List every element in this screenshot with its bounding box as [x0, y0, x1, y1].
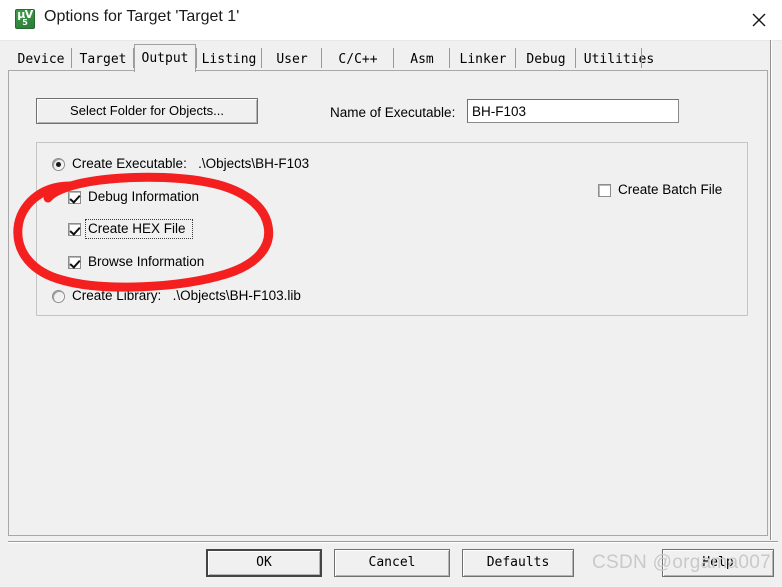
- tab-separator: [449, 48, 450, 68]
- create-batch-file-label: Create Batch File: [618, 182, 723, 197]
- checkbox-checked-icon: [68, 223, 81, 236]
- tab-separator: [321, 48, 322, 68]
- create-library-text: Create Library:: [72, 288, 162, 303]
- title-bar: µV 5 Options for Target 'Target 1': [0, 0, 782, 41]
- window-right-edge: [770, 40, 772, 540]
- cancel-button[interactable]: Cancel: [334, 549, 450, 577]
- create-library-path: .\Objects\BH-F103.lib: [172, 288, 301, 303]
- tab-utilities[interactable]: Utilities: [576, 48, 662, 72]
- tab-device[interactable]: Device: [10, 48, 72, 72]
- tab-listing[interactable]: Listing: [196, 48, 262, 72]
- keil-uvision-icon: µV 5: [15, 9, 35, 29]
- create-library-label: Create Library: .\Objects\BH-F103.lib: [72, 288, 301, 303]
- checkbox-unchecked-icon: [598, 184, 611, 197]
- tab-separator: [261, 48, 262, 68]
- tab-separator: [641, 48, 642, 68]
- tab-strip: Device Target Output Listing User C/C++ …: [0, 40, 782, 72]
- tab-separator: [515, 48, 516, 68]
- tab-target[interactable]: Target: [72, 48, 134, 72]
- ok-button[interactable]: OK: [206, 549, 322, 577]
- close-icon: [752, 13, 766, 27]
- footer-divider: [8, 541, 778, 543]
- name-of-executable-input[interactable]: BH-F103: [467, 99, 679, 123]
- tab-c-cpp[interactable]: C/C++: [322, 48, 394, 72]
- keil-icon-glyph-bottom: 5: [22, 18, 28, 27]
- checkbox-checked-icon: [68, 256, 81, 269]
- tab-separator: [196, 48, 197, 68]
- name-of-executable-label: Name of Executable:: [330, 105, 456, 120]
- create-hex-file-label: Create HEX File: [88, 221, 186, 236]
- select-folder-for-objects-button[interactable]: Select Folder for Objects...: [36, 98, 258, 124]
- radio-selected-icon: [52, 158, 65, 171]
- tab-separator: [393, 48, 394, 68]
- create-executable-label: Create Executable: .\Objects\BH-F103: [72, 156, 309, 171]
- debug-information-label: Debug Information: [88, 189, 200, 204]
- defaults-button[interactable]: Defaults: [462, 549, 574, 577]
- radio-unselected-icon: [52, 290, 65, 303]
- tab-linker[interactable]: Linker: [450, 48, 516, 72]
- checkbox-checked-icon: [68, 191, 81, 204]
- tab-separator: [71, 48, 72, 68]
- create-executable-path: .\Objects\BH-F103: [198, 156, 310, 171]
- create-executable-text: Create Executable:: [72, 156, 187, 171]
- close-button[interactable]: [736, 0, 782, 40]
- tab-debug[interactable]: Debug: [516, 48, 576, 72]
- csdn-watermark: CSDN @orgama007: [592, 552, 772, 573]
- tab-asm[interactable]: Asm: [394, 48, 450, 72]
- browse-information-label: Browse Information: [88, 254, 205, 269]
- tab-user[interactable]: User: [262, 48, 322, 72]
- tab-output[interactable]: Output: [134, 44, 196, 72]
- options-dialog: µV 5 Options for Target 'Target 1' Devic…: [0, 0, 782, 587]
- window-title: Options for Target 'Target 1': [44, 8, 240, 25]
- tab-separator: [575, 48, 576, 68]
